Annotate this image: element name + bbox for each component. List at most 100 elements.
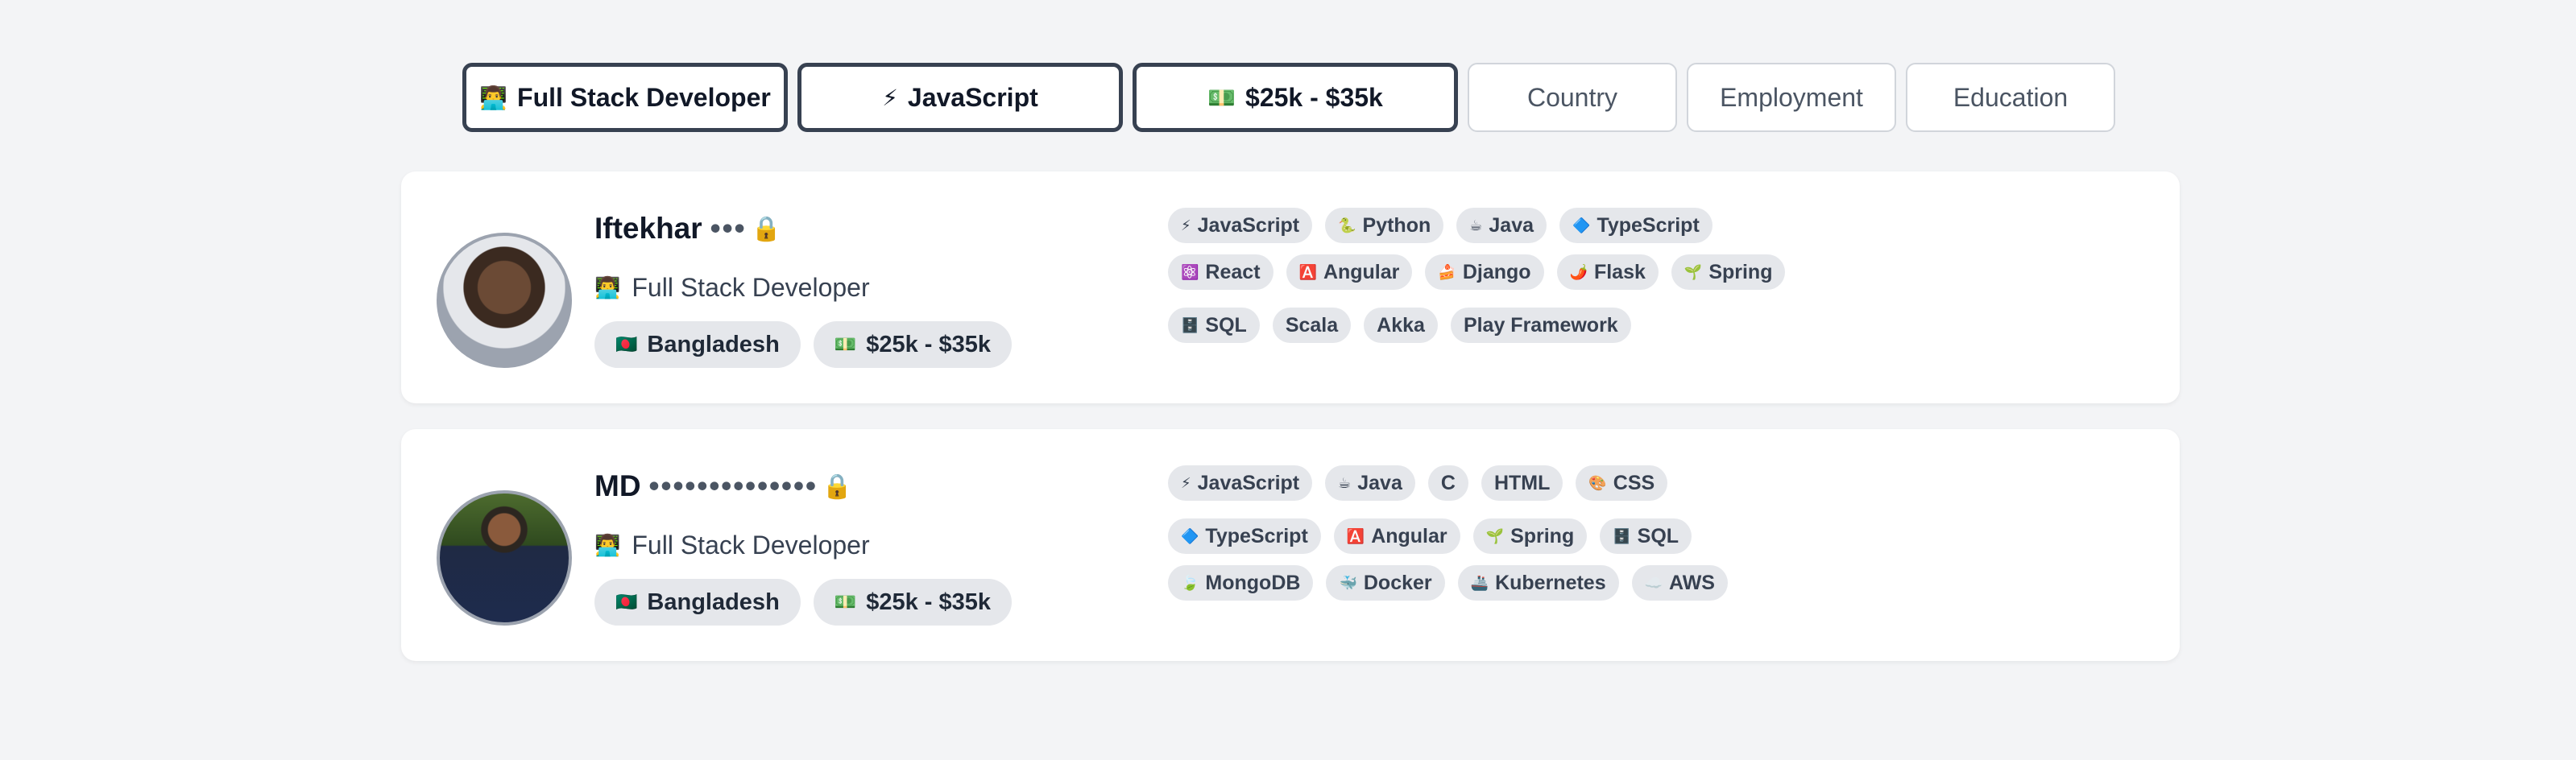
skill-tag: Scala [1272, 308, 1352, 343]
lightning-icon: ⚡ [882, 85, 898, 110]
candidate-card[interactable]: MD •••••••••••••• 🔒 👨‍💻 Full Stack Devel… [401, 429, 2180, 661]
salary-badge: 💵 $25k - $35k [813, 321, 1012, 368]
filter-label: $25k - $35k [1245, 82, 1383, 112]
skill-row: ⚛️ React 🅰️ Angular 🍰 Django 🌶️ Flask 🌱 Sprin… [1168, 254, 1828, 291]
diamond-icon: 🔷 [1572, 217, 1591, 233]
skill-tag: 🗄️ SQL [1600, 518, 1692, 554]
skill-tag: 🐳 Docker [1326, 565, 1445, 601]
filter-role[interactable]: 👨‍💻 Full Stack Developer [462, 63, 788, 132]
skill-tag: HTML [1481, 465, 1563, 501]
skill-tag: 🗄️ SQL [1168, 308, 1260, 343]
skill-label: Kubernetes [1495, 571, 1606, 594]
skill-label: AWS [1669, 571, 1715, 594]
skill-tag: 🔷 TypeScript [1559, 208, 1713, 243]
country-badge: 🇧🇩 Bangladesh [594, 579, 801, 626]
skill-tag: Akka [1364, 308, 1438, 343]
skill-label: Python [1362, 213, 1431, 237]
skill-tag: Play Framework [1450, 308, 1631, 343]
lock-icon: 🔒 [751, 215, 781, 242]
skill-label: JavaScript [1197, 213, 1300, 237]
filter-skill[interactable]: ⚡ JavaScript [797, 63, 1123, 132]
skill-tag: 🔷 TypeScript [1168, 518, 1321, 554]
skill-tag: 🅰️ Angular [1333, 518, 1460, 554]
skill-tag: 🐍 Python [1325, 208, 1444, 243]
filter-label: JavaScript [907, 82, 1038, 112]
filter-label: Full Stack Developer [517, 82, 771, 112]
coffee-icon: ☕ [1338, 474, 1352, 491]
skill-row: 🗄️ SQL Scala Akka Play Framework [1168, 307, 1828, 344]
skill-label: Django [1462, 260, 1531, 283]
skill-label: Angular [1371, 524, 1447, 547]
skill-label: HTML [1493, 471, 1551, 494]
skill-label: C [1440, 471, 1456, 494]
letter-a-icon: 🅰️ [1346, 527, 1365, 544]
flag-icon: 🇧🇩 [615, 592, 638, 612]
skill-tag: ⚡ JavaScript [1168, 465, 1313, 501]
filter-label: Country [1526, 82, 1618, 112]
skill-tag: C [1427, 465, 1468, 501]
skill-tag: ☕ Java [1456, 208, 1547, 243]
lightning-icon: ⚡ [1181, 217, 1191, 233]
skill-label: Play Framework [1463, 313, 1618, 337]
whale-icon: 🐳 [1339, 574, 1357, 591]
name-text: MD [594, 469, 641, 502]
skill-label: Akka [1377, 313, 1425, 337]
candidate-role: 👨‍💻 Full Stack Developer [594, 531, 870, 560]
skill-label: Java [1357, 471, 1402, 494]
flag-icon: 🇧🇩 [615, 334, 638, 354]
skill-list: ⚡ JavaScript ☕ Java C HTML 🎨 CSS 🔷 TypeScrip… [1168, 465, 1828, 601]
candidate-role: 👨‍💻 Full Stack Developer [594, 273, 870, 303]
skill-row: ⚡ JavaScript 🐍 Python ☕ Java 🔷 TypeScript [1168, 207, 1828, 244]
ship-icon: 🚢 [1470, 574, 1489, 591]
database-icon: 🗄️ [1613, 527, 1631, 544]
money-icon: 💵 [834, 334, 857, 354]
candidate-meta: 🇧🇩 Bangladesh 💵 $25k - $35k [594, 321, 1012, 368]
masked-name: •••••••••••••• [648, 469, 818, 502]
filter-employment[interactable]: Employment [1687, 63, 1896, 132]
atom-icon: ⚛️ [1181, 263, 1199, 280]
skill-list: ⚡ JavaScript 🐍 Python ☕ Java 🔷 TypeScript ⚛️… [1168, 207, 1828, 344]
filter-country[interactable]: Country [1468, 63, 1677, 132]
masked-name: ••• [710, 212, 747, 245]
database-icon: 🗄️ [1181, 316, 1199, 333]
skill-label: Docker [1363, 571, 1432, 594]
skill-tag: ☁️ AWS [1631, 565, 1728, 601]
avatar [437, 490, 572, 626]
chili-icon: 🌶️ [1569, 263, 1588, 280]
money-icon: 💵 [1207, 85, 1236, 110]
skill-tag: 🍃 MongoDB [1168, 565, 1314, 601]
name-text: Iftekhar [594, 212, 702, 245]
salary-text: $25k - $35k [866, 331, 991, 357]
cloud-icon: ☁️ [1644, 574, 1663, 591]
skill-tag: 🚢 Kubernetes [1457, 565, 1619, 601]
candidate-card[interactable]: Iftekhar ••• 🔒 👨‍💻 Full Stack Developer … [401, 171, 2180, 403]
skill-row: ⚡ JavaScript ☕ Java C HTML 🎨 CSS [1168, 465, 1828, 502]
technologist-icon: 👨‍💻 [594, 275, 621, 299]
skill-tag: 🅰️ Angular [1286, 254, 1413, 290]
cake-icon: 🍰 [1438, 263, 1456, 280]
technologist-icon: 👨‍💻 [594, 533, 621, 557]
skill-row: 🍃 MongoDB 🐳 Docker 🚢 Kubernetes ☁️ AWS [1168, 564, 1828, 601]
skill-tag: ⚡ JavaScript [1168, 208, 1313, 243]
skill-label: TypeScript [1205, 524, 1308, 547]
skill-label: SQL [1637, 524, 1679, 547]
skill-label: Angular [1323, 260, 1400, 283]
role-text: Full Stack Developer [632, 273, 870, 302]
filter-label: Employment [1720, 82, 1863, 112]
filter-education[interactable]: Education [1906, 63, 2115, 132]
diamond-icon: 🔷 [1181, 527, 1199, 544]
skill-tag: ☕ Java [1325, 465, 1415, 501]
filter-salary[interactable]: 💵 $25k - $35k [1133, 63, 1458, 132]
seedling-icon: 🌱 [1485, 527, 1505, 544]
country-text: Bangladesh [647, 589, 780, 615]
seedling-icon: 🌱 [1684, 263, 1703, 280]
candidate-meta: 🇧🇩 Bangladesh 💵 $25k - $35k [594, 579, 1012, 626]
skill-label: Scala [1285, 313, 1339, 337]
skill-label: MongoDB [1205, 571, 1301, 594]
candidate-name: Iftekhar ••• 🔒 [594, 212, 781, 246]
skill-tag: 🎨 CSS [1576, 465, 1668, 501]
salary-text: $25k - $35k [866, 589, 991, 615]
skill-label: Java [1489, 213, 1534, 237]
lock-icon: 🔒 [822, 473, 853, 500]
money-icon: 💵 [834, 592, 857, 612]
